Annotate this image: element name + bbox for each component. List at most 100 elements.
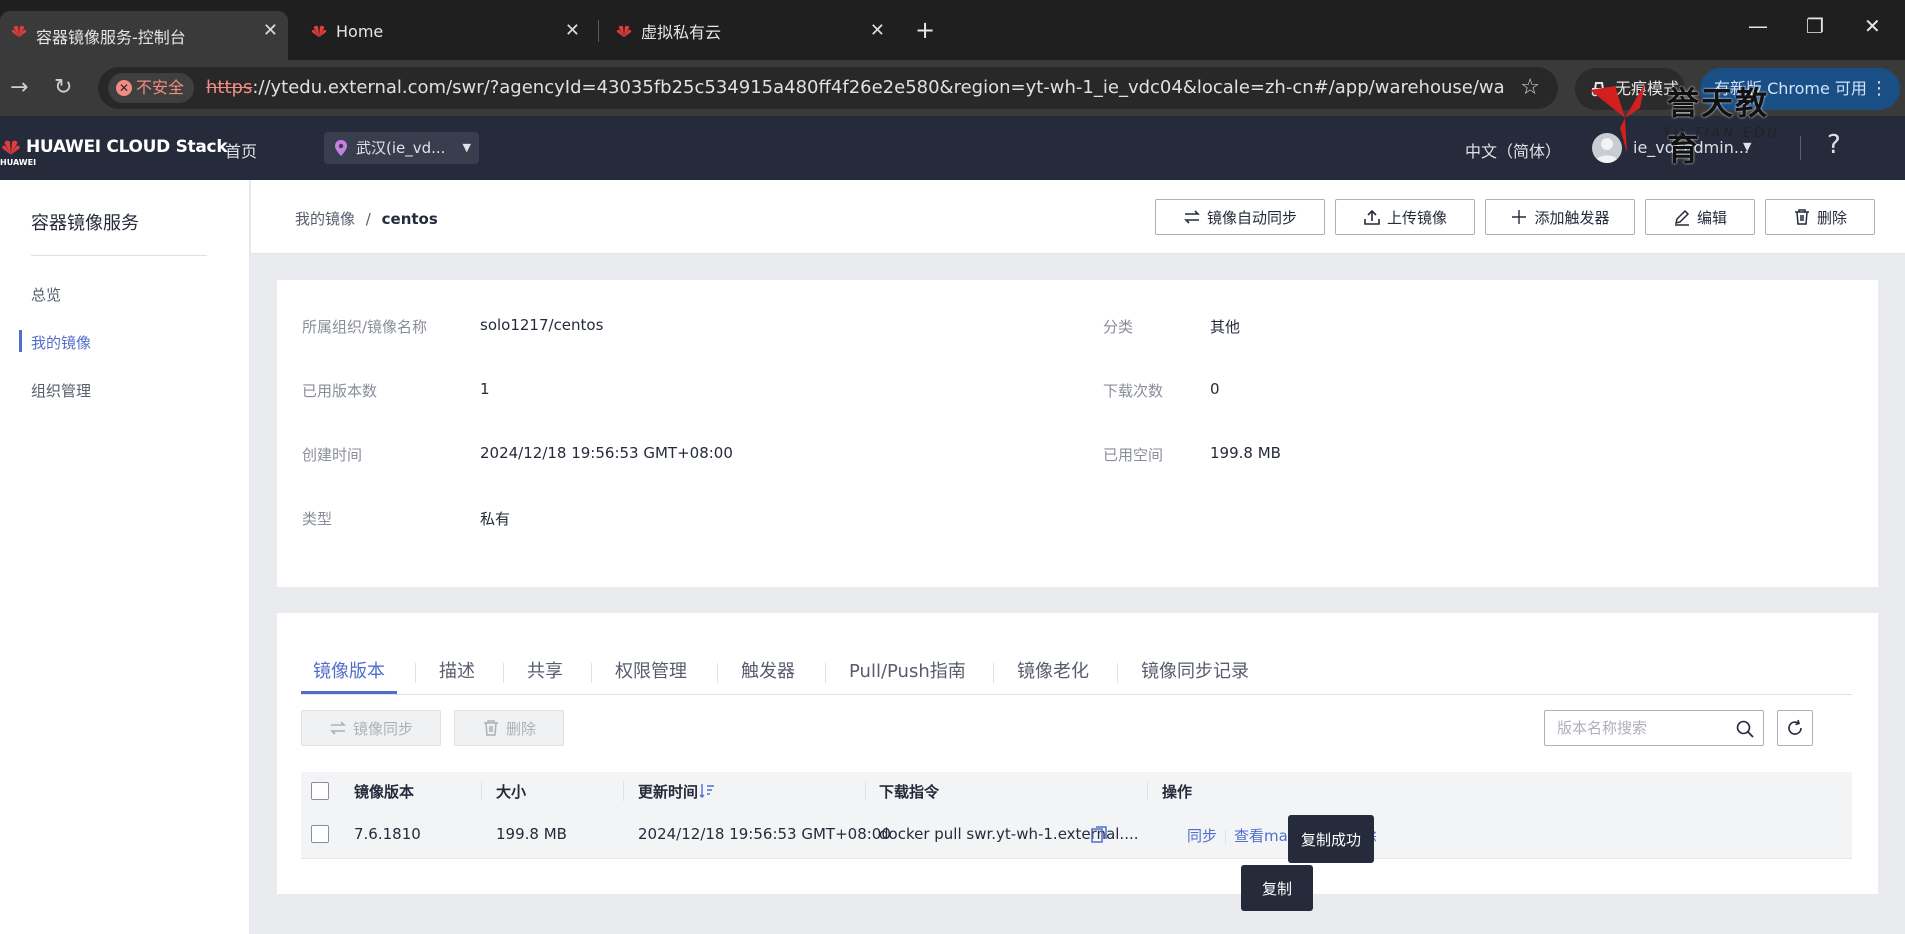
cell-version: 7.6.1810 (354, 825, 421, 843)
downloads-value: 0 (1210, 380, 1220, 398)
breadcrumb: 我的镜像 / centos (295, 208, 438, 229)
active-tab-underline (301, 691, 397, 694)
col-updated[interactable]: 更新时间 (638, 781, 698, 802)
col-divider (481, 781, 482, 801)
table-header: 镜像版本 大小 更新时间 下载指令 操作 (301, 772, 1852, 809)
close-tab-icon[interactable]: ✕ (565, 20, 580, 41)
region-selector[interactable]: 武汉(ie_vd... ▼ (324, 132, 479, 164)
tab-title: 虚拟私有云 (641, 23, 722, 42)
table-row: 7.6.1810 199.8 MB 2024/12/18 19:56:53 GM… (301, 809, 1852, 859)
insecure-badge[interactable]: ✕ 不安全 (108, 73, 195, 103)
sidebar-item-overview[interactable]: 总览 (31, 284, 61, 305)
browser-tab-swr-console[interactable]: 容器镜像服务-控制台 ✕ (0, 11, 288, 60)
language-selector[interactable]: 中文（简体） (1465, 138, 1561, 162)
add-trigger-button[interactable]: 添加触发器 (1485, 199, 1635, 235)
image-versions-card: 镜像版本 描述 共享 权限管理 触发器 Pull/Push指南 镜像老化 镜像同… (277, 613, 1878, 911)
auto-sync-button[interactable]: 镜像自动同步 (1155, 199, 1325, 235)
sort-icon[interactable] (698, 782, 716, 800)
window-close-icon[interactable]: ✕ (1864, 14, 1881, 38)
close-tab-icon[interactable]: ✕ (870, 20, 885, 41)
col-divider (1147, 781, 1148, 801)
sidebar-item-my-images[interactable]: 我的镜像 (31, 332, 91, 353)
username[interactable]: ie_vdcadmin... (1633, 138, 1749, 157)
search-icon[interactable] (1735, 719, 1755, 739)
tab-divider (993, 663, 994, 683)
restore-icon[interactable]: ❐ (1806, 14, 1824, 38)
chevron-down-icon: ▼ (462, 141, 471, 154)
tab-sync-records[interactable]: 镜像同步记录 (1141, 657, 1249, 683)
close-tab-icon[interactable]: ✕ (263, 20, 278, 41)
version-search-input[interactable] (1557, 719, 1727, 737)
tab-share[interactable]: 共享 (527, 657, 563, 683)
avatar[interactable] (1592, 133, 1622, 163)
tab-title: 容器镜像服务-控制台 (36, 27, 186, 47)
help-icon[interactable]: ? (1827, 130, 1841, 160)
huawei-favicon-icon (11, 25, 27, 38)
sidebar-title: 容器镜像服务 (31, 213, 139, 234)
op-sync-link[interactable]: 同步 (1187, 827, 1217, 845)
tab-triggers[interactable]: 触发器 (741, 657, 795, 683)
chrome-update-button[interactable]: 有新版 Chrome 可用 ⋮ (1700, 68, 1900, 110)
upload-icon (1364, 209, 1380, 225)
delete-version-button[interactable]: 删除 (454, 710, 564, 746)
upload-image-button[interactable]: 上传镜像 (1335, 199, 1475, 235)
versions-count-value: 1 (480, 380, 490, 398)
tab-pull-push-guide[interactable]: Pull/Push指南 (849, 657, 966, 683)
tab-image-aging[interactable]: 镜像老化 (1017, 657, 1089, 683)
logo-text: HUAWEI CLOUD Stack (26, 137, 228, 157)
reload-icon[interactable]: ↻ (54, 75, 72, 100)
col-size: 大小 (496, 783, 527, 801)
header-home-link[interactable]: 首页 (225, 138, 257, 162)
copy-icon[interactable] (1091, 826, 1107, 844)
row-checkbox[interactable] (311, 825, 329, 843)
address-bar[interactable]: ✕ 不安全 https://ytedu.external.com/swr/?ag… (98, 67, 1558, 109)
created-time-value: 2024/12/18 19:56:53 GMT+08:00 (480, 444, 733, 462)
delete-version-label: 删除 (505, 719, 536, 738)
versions-count-label: 已用版本数 (302, 382, 378, 400)
url-text[interactable]: https://ytedu.external.com/swr/?agencyId… (206, 77, 1506, 98)
delete-button[interactable]: 删除 (1765, 199, 1875, 235)
tab-permissions[interactable]: 权限管理 (615, 657, 687, 683)
browser-tab-vpc[interactable]: 虚拟私有云 ✕ (605, 11, 895, 51)
copied-success-tooltip: 复制成功 (1288, 815, 1374, 863)
edit-button[interactable]: 编辑 (1645, 199, 1755, 235)
tab-image-versions[interactable]: 镜像版本 (313, 657, 385, 683)
breadcrumb-my-images[interactable]: 我的镜像 (295, 210, 355, 228)
user-avatar-icon (1595, 138, 1619, 163)
org-image-value: solo1217/centos (480, 316, 604, 334)
sidebar: 容器镜像服务 总览 我的镜像 组织管理 (0, 180, 250, 934)
active-indicator (19, 330, 22, 352)
forward-arrow-icon[interactable]: → (10, 75, 28, 100)
image-sync-label: 镜像同步 (352, 719, 413, 738)
tab-divider (415, 663, 416, 683)
auto-sync-label: 镜像自动同步 (1206, 208, 1297, 227)
edit-label: 编辑 (1696, 208, 1727, 227)
plus-icon (1512, 210, 1527, 224)
bookmark-star-icon[interactable]: ☆ (1520, 75, 1540, 100)
tab-description[interactable]: 描述 (439, 657, 475, 683)
category-value: 其他 (1210, 318, 1241, 336)
col-divider (623, 781, 624, 801)
incognito-icon (1591, 82, 1607, 97)
incognito-label: 无痕模式 (1615, 79, 1680, 98)
new-tab-plus-icon[interactable]: + (915, 16, 935, 44)
op-divider (1225, 829, 1227, 844)
logo-subtext: HUAWEI (0, 158, 37, 167)
sidebar-item-org-management[interactable]: 组织管理 (31, 380, 91, 401)
browser-tab-home[interactable]: Home ✕ (300, 11, 590, 51)
col-version: 镜像版本 (354, 783, 415, 801)
add-trigger-label: 添加触发器 (1534, 208, 1610, 227)
image-sync-button[interactable]: 镜像同步 (301, 710, 441, 746)
incognito-indicator[interactable]: 无痕模式 (1575, 68, 1685, 110)
minimize-icon[interactable]: — (1748, 14, 1768, 38)
warning-icon: ✕ (116, 80, 132, 96)
version-search-box (1544, 710, 1764, 746)
huawei-cloud-logo[interactable]: HUAWEI CLOUD Stack (0, 136, 228, 158)
kebab-menu-icon[interactable]: ⋮ (1870, 68, 1888, 110)
browser-tab-strip: 容器镜像服务-控制台 ✕ Home ✕ 虚拟私有云 ✕ + — ❐ ✕ (0, 0, 1905, 60)
select-all-checkbox[interactable] (311, 782, 329, 800)
refresh-button[interactable] (1777, 710, 1813, 746)
chevron-down-icon[interactable]: ▼ (1743, 140, 1751, 153)
copy-tooltip: 复制 (1241, 865, 1313, 911)
type-label: 类型 (302, 510, 333, 528)
